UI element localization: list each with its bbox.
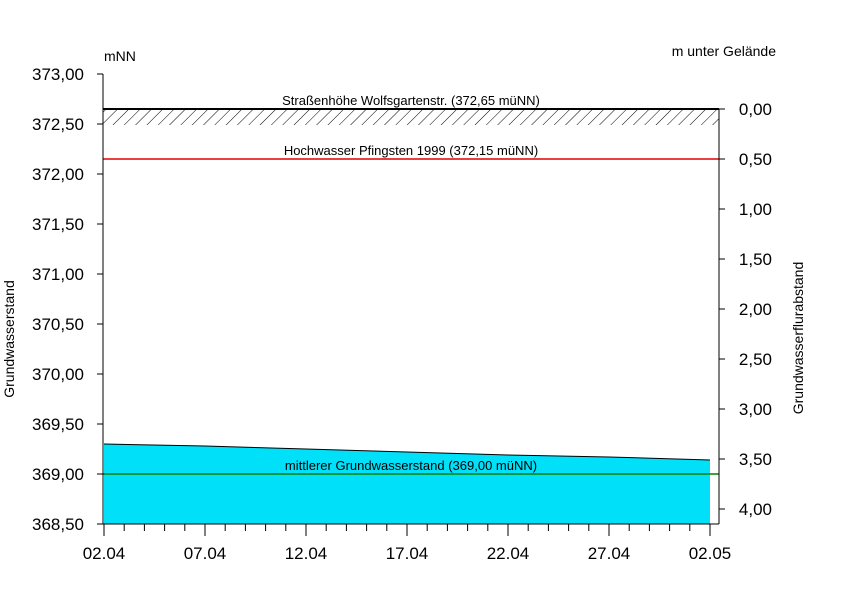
x-tick-label-5: 27.04: [588, 544, 631, 563]
x-tick-label-1: 07.04: [184, 544, 227, 563]
x-tick-label-3: 17.04: [386, 544, 429, 563]
y-tick-label-7: 369,50: [32, 415, 84, 434]
y-right-tick-label-3: 1,50: [739, 250, 772, 269]
ground-hatch-band-0: [103, 109, 719, 125]
y-right-tick-label-4: 2,00: [739, 300, 772, 319]
x-tick-label-2: 12.04: [285, 544, 328, 563]
y-tick-label-2: 372,00: [32, 165, 84, 184]
y-tick-label-3: 371,50: [32, 215, 84, 234]
groundwater-chart: mNN m unter Gelände Grundwasserstand Gru…: [1, 43, 806, 563]
y-right-tick-label-8: 4,00: [739, 500, 772, 519]
y-tick-label-9: 368,50: [32, 515, 84, 534]
reference-line-label-1: Hochwasser Pfingsten 1999 (372,15 müNN): [284, 143, 538, 158]
ground-hatch-layer: [103, 109, 719, 125]
y-right-tick-label-5: 2,50: [739, 350, 772, 369]
y-right-tick-label-6: 3,00: [739, 400, 772, 419]
y-tick-label-0: 373,00: [32, 65, 84, 84]
reference-lines-layer: Straßenhöhe Wolfsgartenstr. (372,65 müNN…: [103, 93, 719, 475]
y-tick-label-5: 370,50: [32, 315, 84, 334]
x-tick-label-0: 02.04: [83, 544, 126, 563]
y-right-tick-label-0: 0,00: [739, 100, 772, 119]
y-right-tick-label-7: 3,50: [739, 450, 772, 469]
left-unit-label: mNN: [104, 48, 136, 64]
left-axis-title: Grundwasserstand: [1, 280, 17, 398]
right-axis-title: Grundwasserflurabstand: [790, 262, 806, 415]
y-tick-label-8: 369,00: [32, 465, 84, 484]
x-tick-label-4: 22.04: [487, 544, 530, 563]
y-tick-label-6: 370,00: [32, 365, 84, 384]
right-unit-label: m unter Gelände: [672, 43, 776, 59]
y-right-tick-label-1: 0,50: [739, 150, 772, 169]
water-level-area-0: [104, 444, 710, 524]
x-tick-label-6: 02.05: [689, 544, 732, 563]
reference-line-label-0: Straßenhöhe Wolfsgartenstr. (372,65 müNN…: [282, 93, 540, 108]
water-level-area-layer: [103, 443, 711, 524]
reference-line-label-2: mittlerer Grundwasserstand (369,00 müNN): [285, 458, 537, 473]
y-tick-label-1: 372,50: [32, 115, 84, 134]
y-tick-label-4: 371,00: [32, 265, 84, 284]
y-right-tick-label-2: 1,00: [739, 200, 772, 219]
